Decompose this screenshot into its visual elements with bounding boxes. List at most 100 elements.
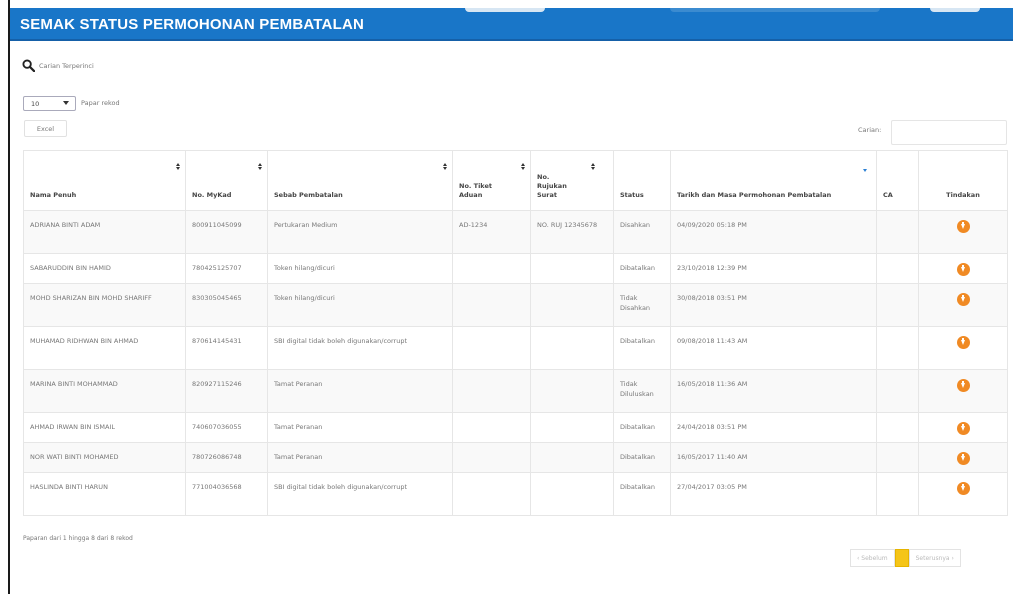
left-border <box>8 0 10 594</box>
table-cell: NO. RUJ 12345678 <box>530 210 614 254</box>
table-cell <box>530 253 614 284</box>
table-cell <box>452 472 531 516</box>
download-icon[interactable] <box>956 220 970 233</box>
table-cell: Tamat Peranan <box>267 369 453 413</box>
table-cell: SBI digital tidak boleh digunakan/corrup… <box>267 326 453 370</box>
table-cell: 771004036568 <box>185 472 268 516</box>
pagination-prev-button[interactable]: ‹ Sebelum <box>850 549 895 567</box>
table-cell <box>876 412 919 443</box>
table-cell: 30/08/2018 03:51 PM <box>670 283 877 327</box>
table-cell: MARINA BINTI MOHAMMAD <box>23 369 186 413</box>
column-header-label: Sebab Pembatalan <box>274 191 343 199</box>
download-icon[interactable] <box>956 482 970 495</box>
records-per-page-label: Papar rekod <box>81 99 120 107</box>
search-input[interactable] <box>891 120 1007 145</box>
table-cell: 780425125707 <box>185 253 268 284</box>
table-cell-action <box>918 472 1008 516</box>
table-body: ADRIANA BINTI ADAM 800911045099 Pertukaran… <box>23 210 1008 516</box>
table-cell <box>530 283 614 327</box>
table-cell: Pertukaran Medium <box>267 210 453 254</box>
column-header-tarikh[interactable]: Tarikh dan Masa Permohonan Pembatalan <box>670 150 877 211</box>
page-title: SEMAK STATUS PERMOHONAN PEMBATALAN <box>20 16 365 33</box>
table-cell: Dibatalkan <box>613 326 671 370</box>
table-cell: 870614145431 <box>185 326 268 370</box>
table-cell-action <box>918 412 1008 443</box>
table-cell <box>876 442 919 473</box>
search-label: Carian: <box>858 126 882 134</box>
column-header-label: Status <box>620 191 644 199</box>
table-cell: NOR WATI BINTI MOHAMED <box>23 442 186 473</box>
table-cell: 04/09/2020 05:18 PM <box>670 210 877 254</box>
table-cell: SABARUDDIN BIN HAMID <box>23 253 186 284</box>
download-icon[interactable] <box>956 422 970 435</box>
table-cell-action <box>918 210 1008 254</box>
table-row: NOR WATI BINTI MOHAMED 780726086748 Tamat … <box>23 442 1008 473</box>
column-header-rujukan[interactable]: No. Rujukan Surat <box>530 150 614 211</box>
table-cell <box>452 283 531 327</box>
table-cell: SBI digital tidak boleh digunakan/corrup… <box>267 472 453 516</box>
table-cell: Tamat Peranan <box>267 442 453 473</box>
advanced-search-link[interactable]: Carian Terperinci <box>22 59 94 72</box>
table-cell <box>452 326 531 370</box>
cancellation-status-table: Nama Penuh No. MyKad Sebab Pembatalan No… <box>23 150 1008 516</box>
table-cell: MUHAMAD RIDHWAN BIN AHMAD <box>23 326 186 370</box>
search-icon <box>22 59 35 72</box>
column-header-nama-penuh[interactable]: Nama Penuh <box>23 150 186 211</box>
table-cell-action <box>918 326 1008 370</box>
sort-icon <box>176 163 180 170</box>
column-header-status[interactable]: Status <box>613 150 671 211</box>
table-cell: 780726086748 <box>185 442 268 473</box>
table-cell: Disahkan <box>613 210 671 254</box>
download-icon[interactable] <box>956 336 970 349</box>
table-cell <box>876 472 919 516</box>
sort-desc-icon <box>863 165 867 172</box>
table-cell <box>530 326 614 370</box>
sort-icon <box>591 163 595 170</box>
table-cell: 09/08/2018 11:43 AM <box>670 326 877 370</box>
table-cell <box>530 369 614 413</box>
header-decoration <box>670 8 880 12</box>
table-cell: 830305045465 <box>185 283 268 327</box>
table-cell <box>876 210 919 254</box>
table-row: MARINA BINTI MOHAMMAD 820927115246 Tamat P… <box>23 369 1008 413</box>
column-header-ca[interactable]: CA <box>876 150 919 211</box>
table-cell: Dibatalkan <box>613 253 671 284</box>
table-cell-action <box>918 283 1008 327</box>
column-header-tiket[interactable]: No. Tiket Aduan <box>452 150 531 211</box>
table-cell <box>530 472 614 516</box>
table-cell <box>876 326 919 370</box>
column-header-label: No. Rujukan Surat <box>537 173 567 199</box>
table-row: ADRIANA BINTI ADAM 800911045099 Pertukaran… <box>23 210 1008 254</box>
table-cell <box>876 253 919 284</box>
table-cell: 23/10/2018 12:39 PM <box>670 253 877 284</box>
pagination-next-button[interactable]: Seterusnya › <box>908 549 961 567</box>
table-cell: Tamat Peranan <box>267 412 453 443</box>
table-cell: ADRIANA BINTI ADAM <box>23 210 186 254</box>
column-header-label: No. MyKad <box>192 191 232 199</box>
records-per-page-select[interactable]: 10 <box>23 96 76 111</box>
table-info: Paparan dari 1 hingga 8 dari 8 rekod <box>23 535 133 542</box>
table-cell: AD-1234 <box>452 210 531 254</box>
column-header-sebab[interactable]: Sebab Pembatalan <box>267 150 453 211</box>
table-row: AHMAD IRWAN BIN ISMAIL 740607036055 Tamat … <box>23 412 1008 443</box>
pagination-page-1[interactable]: 1 <box>894 549 909 567</box>
sort-icon <box>258 163 262 170</box>
table-cell <box>452 412 531 443</box>
page-header: SEMAK STATUS PERMOHONAN PEMBATALAN <box>10 8 1013 41</box>
column-header-label: Nama Penuh <box>30 191 77 199</box>
column-header-label: Tarikh dan Masa Permohonan Pembatalan <box>677 191 832 199</box>
table-cell: 24/04/2018 03:51 PM <box>670 412 877 443</box>
download-icon[interactable] <box>956 452 970 465</box>
download-icon[interactable] <box>956 293 970 306</box>
download-icon[interactable] <box>956 263 970 276</box>
table-cell-action <box>918 442 1008 473</box>
table-cell <box>452 442 531 473</box>
download-icon[interactable] <box>956 379 970 392</box>
table-cell <box>530 442 614 473</box>
sort-icon <box>443 163 447 170</box>
table-cell <box>452 253 531 284</box>
table-cell: Token hilang/dicuri <box>267 283 453 327</box>
table-row: MUHAMAD RIDHWAN BIN AHMAD 870614145431 SBI… <box>23 326 1008 370</box>
column-header-mykad[interactable]: No. MyKad <box>185 150 268 211</box>
excel-export-button[interactable]: Excel <box>24 120 67 137</box>
